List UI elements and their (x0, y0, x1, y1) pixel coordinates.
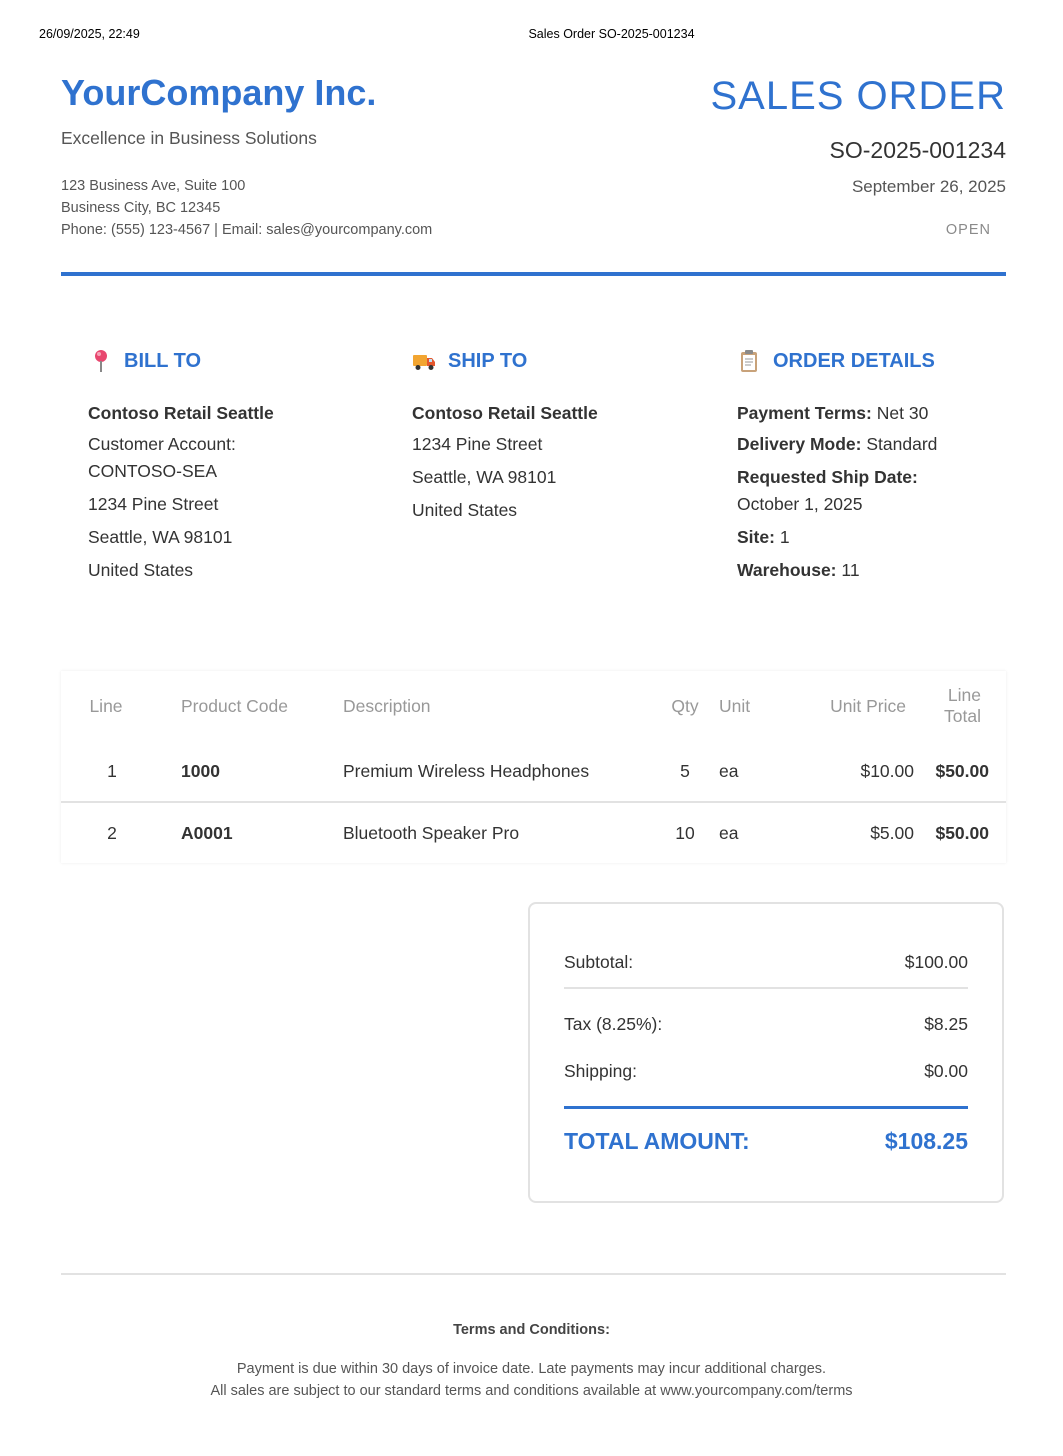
cell-line: 1 (61, 741, 181, 803)
warehouse-value: 11 (841, 560, 860, 580)
clipboard-icon (737, 349, 761, 373)
column-header-product-code: Product Code (181, 695, 289, 716)
subtotal-label: Subtotal: (564, 952, 634, 972)
table-row: 2 A0001 Bluetooth Speaker Pro 10 ea $5.0… (61, 802, 1006, 863)
ship-to-title: SHIP TO (448, 349, 528, 372)
company-tagline: Excellence in Business Solutions (61, 128, 317, 148)
company-address-line1: 123 Business Ave, Suite 100 (61, 178, 246, 194)
site-label: Site: (737, 527, 775, 547)
terms-line-2: All sales are subject to our standard te… (210, 1383, 853, 1399)
ship-to-name: Contoso Retail Seattle (412, 403, 598, 423)
company-contact: Phone: (555) 123-4567 | Email: sales@you… (61, 222, 433, 238)
site: Site: 1 (737, 524, 1027, 551)
cell-unit-price: $10.00 (793, 741, 930, 803)
site-value: 1 (779, 527, 790, 547)
ship-to-street: 1234 Pine Street (412, 434, 543, 454)
bill-to-section: BILL TO Contoso Retail Seattle Customer … (88, 348, 378, 590)
cell-unit: ea (719, 741, 793, 803)
subtotal-divider (564, 987, 968, 989)
ship-to-city: Seattle, WA 98101 (412, 467, 557, 487)
terms-title: Terms and Conditions: (453, 1322, 610, 1338)
company-address-line2: Business City, BC 12345 (61, 200, 221, 216)
bill-to-street: 1234 Pine Street (88, 494, 219, 514)
payment-terms: Payment Terms: Net 30 (737, 400, 1027, 427)
tax-label: Tax (8.25%): (564, 1014, 663, 1034)
delivery-mode: Delivery Mode: Standard (737, 431, 1027, 458)
company-address: 123 Business Ave, Suite 100 Business Cit… (61, 175, 432, 241)
subtotal-row: Subtotal: $100.00 (564, 952, 968, 973)
order-date: September 26, 2025 (851, 177, 1006, 196)
order-details-title: ORDER DETAILS (773, 349, 935, 372)
cell-product-code: 1000 (181, 741, 343, 803)
order-number: SO-2025-001234 (829, 137, 1006, 163)
column-header-qty: Qty (671, 695, 699, 716)
status-badge: OPEN (945, 222, 991, 238)
bill-to-heading: BILL TO (88, 348, 378, 374)
document-title: SALES ORDER (710, 74, 1006, 118)
footer-divider (61, 1273, 1006, 1275)
pushpin-icon (91, 349, 111, 373)
requested-ship-date-label: Requested Ship Date: (737, 467, 918, 487)
column-header-description: Description (343, 695, 431, 716)
totals-summary: Subtotal: $100.00 Tax (8.25%): $8.25 Shi… (528, 902, 1004, 1203)
cell-qty: 5 (651, 741, 719, 803)
bill-to-name: Contoso Retail Seattle (88, 403, 274, 423)
cell-line: 2 (107, 822, 117, 843)
cell-unit-price: $5.00 (870, 822, 914, 843)
total-divider (564, 1106, 968, 1109)
order-details-heading: ORDER DETAILS (737, 348, 1027, 374)
tax-row: Tax (8.25%): $8.25 (564, 1014, 968, 1035)
column-header-unit: Unit (719, 695, 751, 716)
tax-value: $8.25 (924, 1014, 968, 1034)
print-header: 26/09/2025, 22:49 Sales Order SO-2025-00… (39, 27, 1024, 45)
cell-line-total: $50.00 (935, 822, 989, 843)
bill-to-account-label: Customer Account: (88, 434, 236, 454)
cell-description: Premium Wireless Headphones (343, 741, 651, 803)
warehouse: Warehouse: 11 (737, 557, 1027, 584)
column-header-unit-price: Unit Price (830, 695, 906, 716)
cell-line-total: $50.00 (930, 741, 1006, 803)
delivery-truck-icon (412, 349, 436, 373)
shipping-row: Shipping: $0.00 (564, 1061, 968, 1082)
payment-terms-value: Net 30 (876, 403, 929, 423)
order-details-section: ORDER DETAILS Payment Terms: Net 30 Deli… (737, 348, 1027, 590)
total-value: $108.25 (884, 1128, 968, 1154)
print-document-title: Sales Order SO-2025-001234 (528, 27, 695, 41)
bill-to-account-value: CONTOSO-SEA (88, 461, 218, 481)
line-items-table: Line Product Code Description Qty Unit U… (61, 671, 1006, 863)
ship-to-section: SHIP TO Contoso Retail Seattle 1234 Pine… (412, 348, 702, 530)
header-divider (61, 272, 1006, 276)
total-label: TOTAL AMOUNT: (564, 1128, 750, 1154)
bill-to-title: BILL TO (124, 349, 202, 372)
bill-to-country: United States (88, 560, 194, 580)
shipping-label: Shipping: (564, 1061, 637, 1081)
company-name: YourCompany Inc. (61, 72, 377, 113)
cell-unit: ea (719, 822, 739, 843)
cell-qty: 10 (675, 822, 695, 843)
ship-to-country: United States (412, 500, 518, 520)
shipping-value: $0.00 (924, 1061, 968, 1081)
delivery-mode-label: Delivery Mode: (737, 434, 862, 454)
requested-ship-date-value: October 1, 2025 (737, 494, 863, 514)
total-row: TOTAL AMOUNT: $108.25 (564, 1128, 968, 1155)
column-header-line: Line (89, 695, 123, 716)
delivery-mode-value: Standard (866, 434, 938, 454)
warehouse-label: Warehouse: (737, 560, 837, 580)
column-header-line-total: Line Total (944, 685, 981, 726)
subtotal-value: $100.00 (904, 952, 968, 972)
terms-line-1: Payment is due within 30 days of invoice… (236, 1361, 827, 1377)
cell-product-code: A0001 (181, 822, 233, 843)
table-row: 1 1000 Premium Wireless Headphones 5 ea … (61, 741, 1006, 803)
bill-to-city: Seattle, WA 98101 (88, 527, 233, 547)
cell-description: Bluetooth Speaker Pro (343, 822, 520, 843)
ship-to-heading: SHIP TO (412, 348, 702, 374)
payment-terms-label: Payment Terms: (737, 403, 872, 423)
table-header-row: Line Product Code Description Qty Unit U… (61, 671, 1006, 741)
